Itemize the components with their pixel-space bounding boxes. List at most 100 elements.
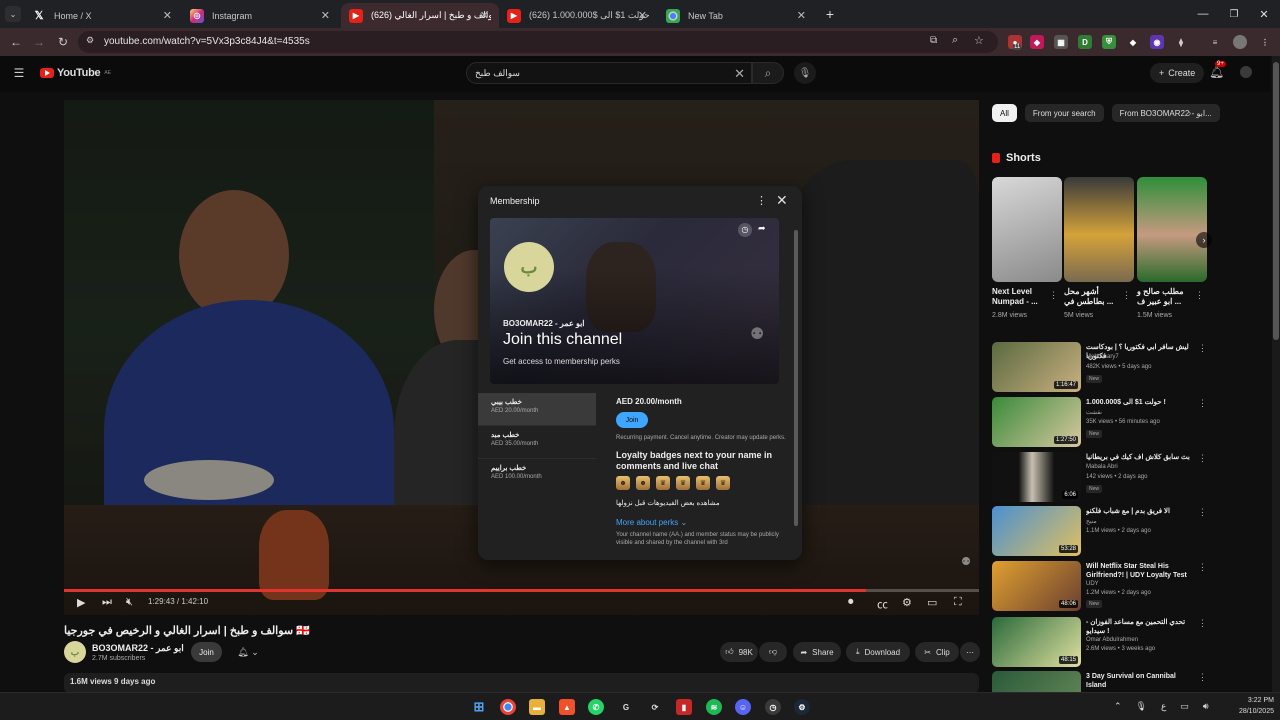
recommendation-item[interactable]: 48:15 تحدي التحمين مع مساعد الفوزان - سي… [992,617,1207,667]
back-arrow-icon[interactable]: ← [8,34,24,50]
restore-icon[interactable]: ❐ [1226,6,1242,22]
install-app-icon[interactable]: ⧉ [930,35,937,46]
close-tab-icon[interactable]: ✕ [321,9,330,22]
app-red-icon[interactable]: ▮ [676,699,692,715]
site-info-icon[interactable]: ⚙ [86,35,94,46]
more-options-icon[interactable]: ⋮ [1198,507,1207,518]
watch-later-clock-icon[interactable]: ◷ [738,223,752,237]
tab-instagram[interactable]: ◎ Instagram ✕ [182,3,340,28]
description-box[interactable]: 1.6M views 9 days ago [64,673,979,693]
close-icon[interactable]: ✕ [776,192,788,209]
short-title[interactable]: أشهر محل بطاطس في ... [1064,287,1120,307]
spotify-icon[interactable]: ≋ [706,699,722,715]
close-tab-icon[interactable]: ✕ [797,9,806,22]
zoom-icon[interactable]: ⌕ [952,34,958,47]
tab-new-tab[interactable]: New Tab ✕ [658,3,816,28]
video-thumbnail[interactable]: 6:06 [992,452,1081,502]
system-clock[interactable]: 3:22 PM 28/10/2025 [1224,695,1274,717]
reload-icon[interactable]: ↻ [55,34,71,50]
tier-item[interactable]: خطب مبد AED 35.00/month [478,426,596,459]
share-button[interactable]: ➦ Share [793,642,841,662]
clip-button[interactable]: ✂ Clip [915,642,959,662]
tier-item[interactable]: خطب براييم AED 100.00/month [478,459,596,492]
profile-avatar-icon[interactable] [1233,35,1247,49]
short-title[interactable]: مطلب صالح و ابو عبير ف ... [1137,287,1193,307]
extension-grid-icon[interactable]: ▦ [1054,35,1068,49]
short-menu-icon[interactable]: ⋮ [1122,290,1131,301]
minimize-icon[interactable]: — [1195,6,1211,22]
next-icon[interactable]: ⏭ [102,596,112,609]
microphone-icon[interactable]: 🎙︎ [1136,701,1147,712]
more-options-icon[interactable]: ⋮ [1198,672,1207,683]
short-menu-icon[interactable]: ⋮ [1195,290,1204,301]
chip-from-channel[interactable]: From BO3OMAR22 - ابو... [1111,104,1220,122]
close-window-icon[interactable]: ✕ [1256,6,1272,22]
forward-arrow-icon[interactable]: → [31,34,47,50]
volume-icon[interactable]: 🔇︎ [126,596,133,609]
url-text[interactable]: youtube.com/watch?v=5Vx3p3c84J4&t=4535s [104,36,310,47]
join-membership-button[interactable]: Join [616,412,648,428]
close-tab-icon[interactable]: ✕ [480,9,489,22]
new-tab-plus-icon[interactable]: + [822,6,838,22]
chrome-icon[interactable] [500,699,516,715]
notifications-bell-icon[interactable]: 🔔︎ [1209,65,1224,79]
search-icon[interactable]: ⌕ [752,62,784,84]
download-button[interactable]: ⤓ Download [846,642,910,662]
youtube-logo[interactable]: YouTube AE [40,67,111,79]
hamburger-menu-icon[interactable]: ☰ [12,66,26,80]
menu-kebab-icon[interactable]: ⋮ [1258,35,1272,49]
extension-diamond-icon[interactable]: ◆ [1126,35,1140,49]
tab-youtube-active[interactable]: ▶ سوالف و طبخ | اسرار الغالي (626) ✕ [341,3,499,28]
channel-avatar[interactable]: ب [64,641,86,663]
page-scrollbar-thumb[interactable] [1273,62,1279,340]
extension-d-icon[interactable]: D [1078,35,1092,49]
dialog-scrollbar[interactable] [794,230,798,526]
theater-mode-icon[interactable]: ▭ [927,596,937,609]
tier-item[interactable]: خطب بيبي AED 20.00/month [478,393,596,426]
play-icon[interactable]: ▶ [77,596,85,609]
short-thumbnail[interactable] [1064,177,1134,282]
video-thumbnail[interactable]: 1:27:50 [992,397,1081,447]
dislike-button[interactable]: 👎︎ [759,642,787,662]
steam-icon[interactable]: ⚙ [794,699,810,715]
more-options-icon[interactable]: ⋮ [1198,453,1207,464]
video-thumbnail[interactable]: 53:28 [992,506,1081,556]
recommendation-item[interactable]: 1:27:50 حولت 1$ الى $1.000.000 ! نقشت 35… [992,397,1207,447]
address-bar[interactable]: ⚙ youtube.com/watch?v=5Vx3p3c84J4&t=4535… [78,31,998,53]
create-button[interactable]: + Create [1150,63,1205,83]
tab-search-button[interactable]: ⌄ [5,6,21,22]
network-icon[interactable]: ▭ [1180,701,1189,712]
settings-gear-icon[interactable]: ⚙ [902,596,912,609]
speaker-icon[interactable]: 🔊︎ [1203,701,1209,712]
microphone-icon[interactable]: 🎙︎ [794,62,816,84]
brave-icon[interactable]: ▲ [559,699,575,715]
windows-start-icon[interactable]: ⊞ [471,699,487,715]
more-options-icon[interactable]: ⋮ [1198,618,1207,629]
close-tab-icon[interactable]: ✕ [163,9,172,22]
short-title[interactable]: Next Level Numpad - ... [992,287,1048,307]
tab-youtube[interactable]: ▶ (626) حولت 1$ الى $1.000.000 ✕ [499,3,657,28]
chevron-right-icon[interactable]: › [1196,232,1212,248]
chip-all[interactable]: All [992,104,1017,122]
media-controls-icon[interactable]: ≡ [1208,35,1222,49]
captions-icon[interactable]: ㏄ [877,596,888,612]
close-tab-icon[interactable]: ✕ [638,9,647,22]
video-thumbnail[interactable]: 48:15 [992,617,1081,667]
app-refresh-icon[interactable]: ⟳ [647,699,663,715]
tab-x[interactable]: 𝕏 Home / X ✕ [24,3,182,28]
short-thumbnail[interactable] [1137,177,1207,282]
short-menu-icon[interactable]: ⋮ [1049,290,1058,301]
chevron-right-icon[interactable]: › [1188,108,1191,119]
more-about-perks-link[interactable]: More about perks ⌄ [616,518,786,527]
chip-from-search[interactable]: From your search [1024,104,1104,122]
autoplay-toggle-icon[interactable]: ⏺ [848,596,854,609]
extension-adguard-icon[interactable]: ⛨ [1102,35,1116,49]
channel-watermark-icon[interactable]: ⚉ [961,555,971,568]
input-language[interactable]: ع [1161,701,1166,712]
share-arrow-icon[interactable]: ➦ [758,223,766,234]
discord-icon[interactable]: ☺ [735,699,751,715]
channel-name[interactable]: BO3OMAR22 - ابو عمر [92,643,184,654]
whatsapp-icon[interactable]: ✆ [588,699,604,715]
video-thumbnail[interactable]: 48:06 [992,561,1081,611]
app-g-icon[interactable]: G [618,699,634,715]
